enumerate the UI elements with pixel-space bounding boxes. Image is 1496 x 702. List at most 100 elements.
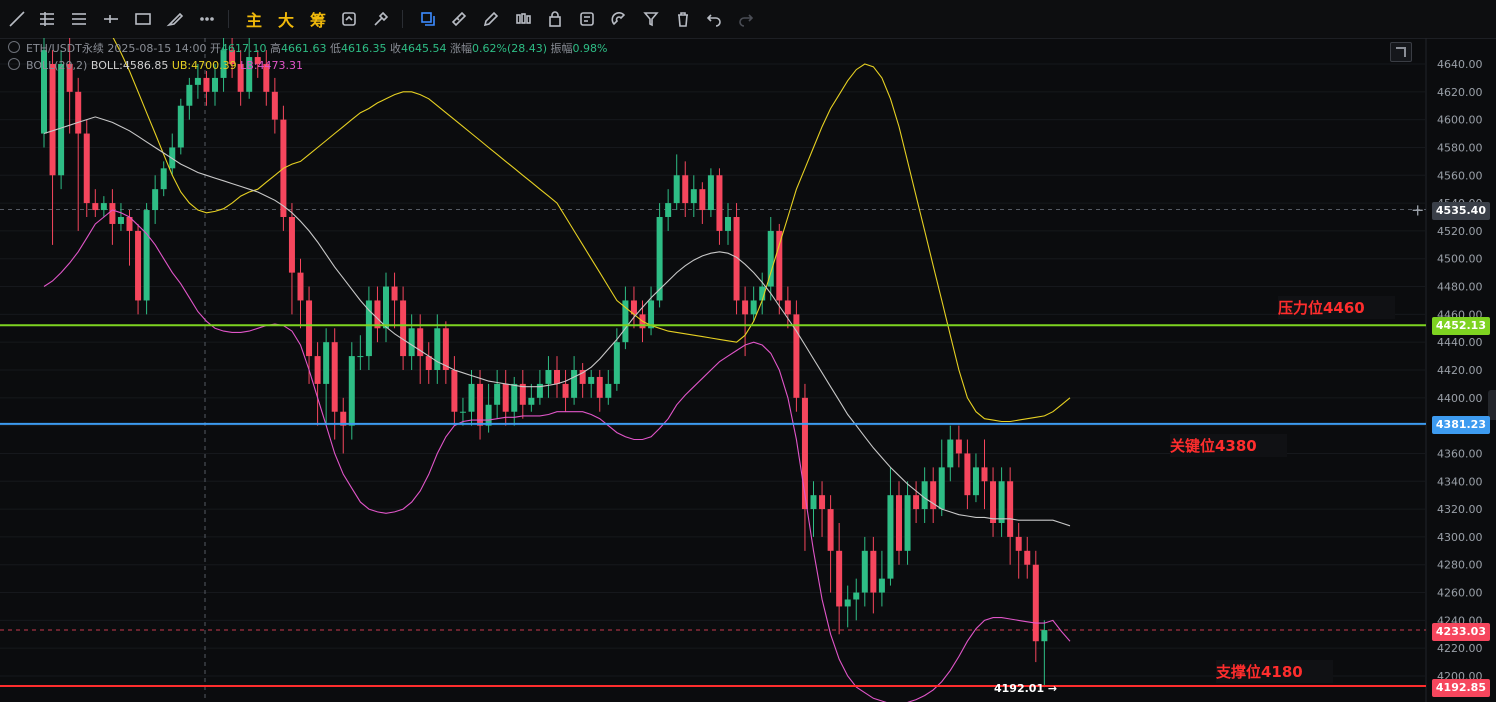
candlestick-chart[interactable]: 4640.004620.004600.004580.004560.004540.… <box>0 38 1496 702</box>
symbol-label: ETH/USDT永续 <box>26 42 104 55</box>
candle-body <box>776 230 783 301</box>
candle-body <box>596 376 603 398</box>
boll-middle-band <box>43 116 1071 527</box>
candle-body <box>955 439 962 454</box>
template-icon[interactable] <box>576 8 598 30</box>
candle-body <box>271 91 278 120</box>
candle-body <box>135 230 142 301</box>
candle-body <box>117 217 124 224</box>
axis-tick-label: 4220.00 <box>1437 642 1483 655</box>
axis-tick-label: 4340.00 <box>1437 475 1483 488</box>
candle-body <box>784 300 791 315</box>
candle-body <box>212 77 218 92</box>
axis-tick-label: 4280.00 <box>1437 559 1483 572</box>
axis-tick-label: 4620.00 <box>1437 86 1483 99</box>
candle-body <box>100 203 107 211</box>
axis-tick-label: 4300.00 <box>1437 531 1483 544</box>
chip-distribution-button[interactable]: 筹 <box>307 8 329 30</box>
candle-body <box>502 383 509 412</box>
undo-icon[interactable] <box>703 8 725 30</box>
support-price-tag: 4192.85 <box>1431 679 1490 697</box>
magnet-icon[interactable] <box>608 8 630 30</box>
candle-body <box>861 550 868 593</box>
boll-ub-label: UB: <box>171 59 192 72</box>
more-icon[interactable] <box>196 8 218 30</box>
low-price-marker: 4192.01 → <box>994 682 1058 695</box>
datetime-label: 2025-08-15 14:00 <box>107 42 207 55</box>
ruler-icon[interactable] <box>448 8 470 30</box>
key-price-tag: 4381.23 <box>1431 416 1490 434</box>
filter-icon[interactable] <box>640 8 662 30</box>
crosshair-price-tag: 4535.40 <box>1431 202 1490 220</box>
maximize-button[interactable] <box>1390 42 1412 62</box>
pencil-icon[interactable] <box>480 8 502 30</box>
candle-body <box>904 495 911 551</box>
eye-icon[interactable] <box>8 41 20 53</box>
tools-icon[interactable] <box>370 8 392 30</box>
axis-tick-label: 4420.00 <box>1437 364 1483 377</box>
axis-tick-label: 4520.00 <box>1437 225 1483 238</box>
candle-body <box>972 467 979 496</box>
rectangle-icon[interactable] <box>132 8 154 30</box>
candle-body <box>477 383 484 426</box>
candle-body <box>998 481 1005 523</box>
candle-body <box>870 550 877 593</box>
eye-icon[interactable] <box>8 58 20 70</box>
candle-body <box>682 175 689 204</box>
candle-body <box>1007 481 1014 537</box>
candle-body <box>613 342 620 384</box>
boll-ub-value: 4700.39 <box>191 59 237 72</box>
change-value: 0.62%(28.43) <box>472 42 548 55</box>
current-price-tag: 4233.03 <box>1431 623 1490 641</box>
candle-body <box>878 578 885 593</box>
candle-body <box>288 217 295 273</box>
high-value: 4661.63 <box>281 42 327 55</box>
boll-mid-value: 4586.85 <box>122 59 169 72</box>
candle-type-icon[interactable] <box>512 8 534 30</box>
resistance-price-tag: 4452.13 <box>1431 317 1490 335</box>
candle-body <box>913 495 920 510</box>
axis-tick-label: 4600.00 <box>1437 114 1483 127</box>
candle-body <box>947 439 954 468</box>
candle-body <box>177 105 184 148</box>
boll-name[interactable]: BOLL(20,2) <box>26 59 87 72</box>
candle-body <box>75 91 82 134</box>
layers-icon[interactable] <box>417 8 439 30</box>
redo-icon[interactable] <box>735 8 757 30</box>
candle-body <box>357 356 364 358</box>
boll-lower-band <box>43 209 1071 702</box>
parallel-channel-icon[interactable] <box>68 8 90 30</box>
candle-body <box>365 300 372 357</box>
horizontal-ray-icon[interactable] <box>100 8 122 30</box>
candle-body <box>938 467 945 510</box>
candle-body <box>83 133 90 204</box>
axis-tick-label: 4400.00 <box>1437 392 1483 405</box>
candle-body <box>707 175 714 211</box>
candle-body <box>442 328 449 370</box>
candle-body <box>742 300 749 315</box>
axis-tick-label: 4360.00 <box>1437 447 1483 460</box>
candle-body <box>58 64 65 176</box>
candle-body <box>459 411 466 413</box>
trash-icon[interactable] <box>672 8 694 30</box>
change-label: 涨幅 <box>450 42 472 55</box>
brush-icon[interactable] <box>164 8 186 30</box>
candle-body <box>323 342 330 384</box>
low-label: 低 <box>330 42 341 55</box>
horizontal-lines-icon[interactable] <box>36 8 58 30</box>
candle-body <box>844 599 851 607</box>
candle-body <box>1015 536 1022 551</box>
indicator-settings-icon[interactable] <box>338 8 360 30</box>
large-order-button[interactable]: 大 <box>275 8 297 30</box>
candle-body <box>306 300 313 357</box>
axis-tick-label: 4500.00 <box>1437 253 1483 266</box>
key-level-annotation: 关键位4380 <box>1170 434 1287 457</box>
candle-body <box>571 370 578 398</box>
lock-icon[interactable] <box>544 8 566 30</box>
candle-body <box>690 189 697 204</box>
boll-lb-label: LB: <box>240 59 258 72</box>
trend-line-icon[interactable] <box>6 8 28 30</box>
candle-body <box>468 383 475 412</box>
axis-tick-label: 4640.00 <box>1437 58 1483 71</box>
main-indicator-button[interactable]: 主 <box>243 8 265 30</box>
